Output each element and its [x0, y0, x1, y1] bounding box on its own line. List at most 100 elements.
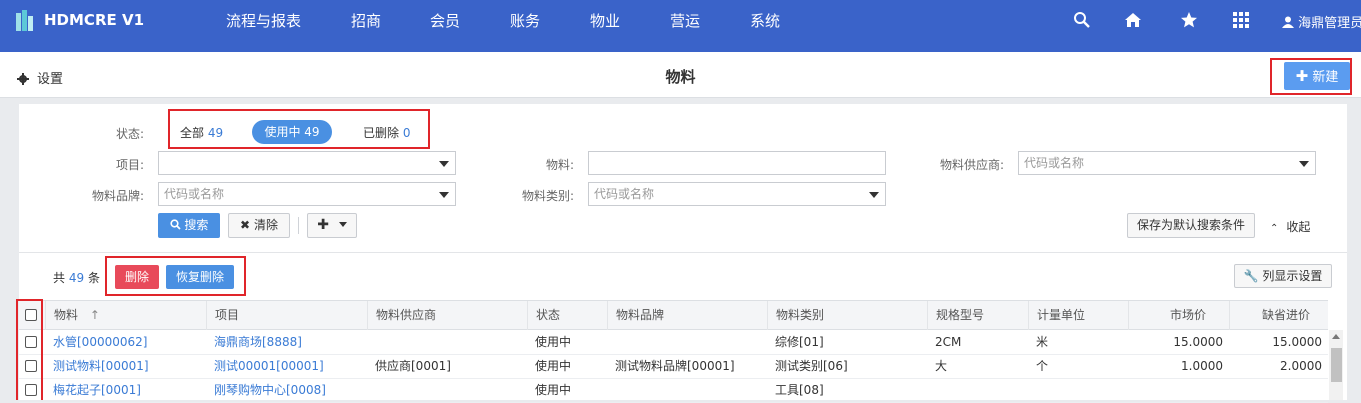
header-category[interactable]: 物料类别 [767, 301, 927, 330]
supplier-label: 物料供应商: [939, 158, 1004, 172]
highlight-action-buttons [105, 256, 246, 296]
search-button-label: 搜索 [184, 218, 209, 232]
section-divider [19, 252, 1347, 253]
cell-supplier [367, 379, 375, 402]
brand-label: 物料品牌: [91, 189, 144, 203]
cell-default-price [1229, 379, 1328, 402]
cell-spec: 2CM [935, 335, 962, 349]
project-select[interactable] [158, 151, 456, 175]
cell-category: 工具[08] [775, 383, 824, 397]
column-settings-button[interactable]: 🔧 列显示设置 [1234, 264, 1332, 288]
total-suffix: 条 [87, 271, 100, 285]
page-title: 物料 [665, 68, 696, 86]
home-icon[interactable] [1124, 11, 1142, 29]
chevron-up-icon: ⌃ [1270, 223, 1279, 234]
top-navbar: HDMCRE V1 流程与报表 招商 会员 账务 物业 营运 系统 海鼎管理员 [0, 0, 1361, 52]
add-condition-dropdown[interactable]: ✚ [307, 213, 357, 238]
user-icon [1282, 16, 1294, 28]
brand-select[interactable]: 代码或名称 [158, 182, 456, 206]
cell-supplier: 供应商[0001] [375, 359, 451, 373]
header-status[interactable]: 状态 [527, 301, 607, 330]
clear-button-label: 清除 [253, 218, 278, 232]
cell-default-price: 15.0000 [1272, 335, 1322, 349]
table-header: 物料 ↑ 项目 物料供应商 状态 物料品牌 物料类别 规格型号 计量单位 市场价… [19, 300, 1328, 330]
caret-down-icon [338, 222, 347, 227]
table-row[interactable]: 测试物料[00001] 测试00001[00001] 供应商[0001] 使用中… [19, 355, 1328, 379]
cell-spec [927, 379, 935, 402]
scrollbar-thumb[interactable] [1331, 348, 1342, 382]
nav-item-accounts[interactable]: 账务 [510, 10, 540, 31]
header-brand[interactable]: 物料品牌 [607, 301, 767, 330]
cell-project[interactable]: 海鼎商场[8888] [206, 331, 302, 354]
header-supplier[interactable]: 物料供应商 [367, 301, 527, 330]
cell-status: 使用中 [535, 359, 572, 373]
cell-unit: 个 [1036, 359, 1049, 373]
supplier-select[interactable]: 代码或名称 [1018, 151, 1316, 175]
cell-unit [1028, 379, 1036, 402]
sort-arrow-icon[interactable]: ↑ [90, 308, 100, 322]
header-project[interactable]: 项目 [206, 301, 367, 330]
supplier-placeholder: 代码或名称 [1024, 156, 1085, 170]
cell-project[interactable]: 刚琴购物中心[0008] [206, 379, 326, 402]
cell-brand [607, 331, 615, 354]
scroll-up-icon[interactable] [1332, 334, 1340, 339]
cell-market-price: 15.0000 [1173, 335, 1223, 349]
cell-material[interactable]: 梅花起子[0001] [45, 379, 141, 402]
clear-button[interactable]: ✖ 清除 [228, 213, 290, 238]
wrench-icon: 🔧 [1243, 269, 1259, 283]
header-material[interactable]: 物料 ↑ [45, 301, 206, 330]
cell-status: 使用中 [535, 383, 572, 397]
header-default-price[interactable]: 缺省进价 [1229, 301, 1328, 330]
cell-brand: 测试物料品牌[00001] [615, 359, 735, 373]
total-number: 49 [68, 271, 85, 285]
cell-spec: 大 [935, 359, 948, 373]
plus-icon: ✚ [317, 217, 329, 233]
total-count: 共 49 条 [53, 269, 100, 286]
total-prefix: 共 [53, 271, 66, 285]
cell-brand [607, 379, 615, 402]
search-button[interactable]: 搜索 [158, 213, 220, 238]
brand-placeholder: 代码或名称 [164, 187, 225, 201]
category-label: 物料类别: [521, 189, 574, 203]
cell-status: 使用中 [535, 335, 572, 349]
nav-item-operations[interactable]: 营运 [670, 10, 700, 31]
table-row[interactable]: 水管[00000062] 海鼎商场[8888] 使用中 综修[01] 2CM 米… [19, 331, 1328, 355]
save-default-button[interactable]: 保存为默认搜索条件 [1127, 213, 1255, 238]
grid-icon[interactable] [1232, 11, 1250, 29]
highlight-checkbox-column [16, 299, 43, 400]
header-market-price[interactable]: 市场价 [1128, 301, 1229, 330]
cell-material[interactable]: 水管[00000062] [45, 331, 147, 354]
nav-item-reports[interactable]: 流程与报表 [226, 10, 301, 31]
nav-item-members[interactable]: 会员 [430, 10, 460, 31]
search-icon[interactable] [1073, 11, 1091, 29]
collapse-link[interactable]: ⌃ 收起 [1270, 218, 1310, 235]
category-select[interactable]: 代码或名称 [588, 182, 886, 206]
brand-name: HDMCRE V1 [44, 11, 145, 29]
material-input[interactable] [588, 151, 886, 175]
category-placeholder: 代码或名称 [594, 187, 655, 201]
user-menu[interactable]: 海鼎管理员 [1282, 12, 1361, 31]
page-header: 设置 物料 [0, 52, 1361, 98]
nav-item-system[interactable]: 系统 [750, 10, 780, 31]
star-icon[interactable] [1180, 11, 1198, 29]
logo-icon [16, 10, 33, 31]
cell-material[interactable]: 测试物料[00001] [45, 355, 149, 378]
nav-item-property[interactable]: 物业 [590, 10, 620, 31]
header-unit[interactable]: 计量单位 [1028, 301, 1128, 330]
status-label: 状态: [115, 127, 144, 141]
collapse-label: 收起 [1286, 220, 1311, 234]
chevron-down-icon [439, 192, 449, 198]
cell-market-price: 1.0000 [1181, 359, 1223, 373]
highlight-new-button [1270, 58, 1352, 95]
close-icon: ✖ [240, 218, 251, 232]
cell-default-price: 2.0000 [1280, 359, 1322, 373]
project-label: 项目: [115, 158, 144, 172]
user-name: 海鼎管理员 [1298, 16, 1361, 31]
nav-item-leasing[interactable]: 招商 [351, 10, 381, 31]
chevron-down-icon [869, 192, 879, 198]
cell-supplier [367, 331, 375, 354]
table-row[interactable]: 梅花起子[0001] 刚琴购物中心[0008] 使用中 工具[08] [19, 379, 1328, 403]
cell-project[interactable]: 测试00001[00001] [206, 355, 324, 378]
cell-category: 测试类别[06] [775, 359, 848, 373]
header-spec[interactable]: 规格型号 [927, 301, 1028, 330]
